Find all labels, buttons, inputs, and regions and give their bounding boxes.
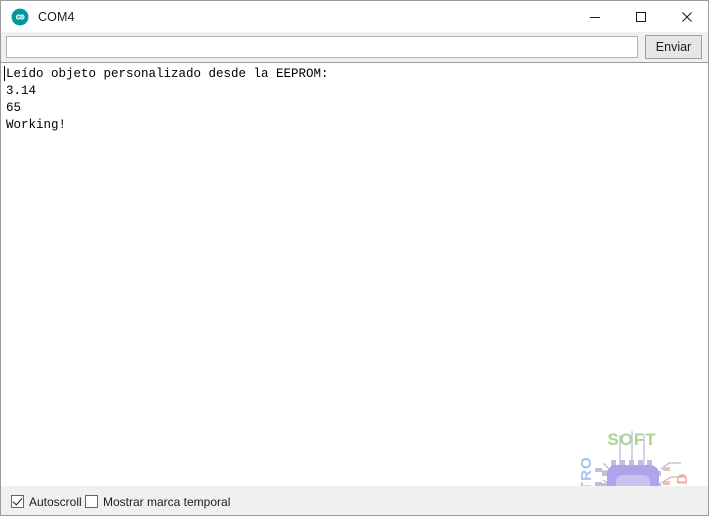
autoscroll-label: Autoscroll — [29, 494, 82, 509]
serial-output-text: Leído objeto personalizado desde la EEPR… — [6, 67, 329, 132]
bottom-toolbar: Autoscroll Mostrar marca temporal Nueva … — [1, 486, 708, 515]
minimize-icon[interactable] — [572, 1, 618, 32]
autoscroll-checkbox-box[interactable] — [11, 495, 24, 508]
autoscroll-checkbox[interactable]: Autoscroll — [11, 486, 82, 515]
timestamp-label: Mostrar marca temporal — [103, 494, 231, 509]
window-title: COM4 — [38, 9, 75, 24]
watermark-electro-text: ELECTRO — [578, 456, 595, 486]
close-icon[interactable] — [664, 1, 708, 32]
send-row: Enviar — [1, 32, 708, 62]
timestamp-checkbox[interactable]: Mostrar marca temporal — [85, 486, 231, 515]
electrosoftcloud-watermark: SOFT ELECTRO CLOUD — [578, 430, 691, 486]
watermark-cloud-text: CLOUD — [674, 473, 691, 486]
arduino-infinity-icon — [11, 8, 29, 26]
serial-monitor-window: COM4 Enviar Leído objeto personalizado d… — [0, 0, 709, 516]
title-bar: COM4 — [1, 1, 708, 32]
serial-output-area[interactable]: Leído objeto personalizado desde la EEPR… — [1, 62, 708, 486]
maximize-icon[interactable] — [618, 1, 664, 32]
text-caret — [4, 66, 5, 81]
timestamp-checkbox-box[interactable] — [85, 495, 98, 508]
watermark-soft-text: SOFT — [607, 430, 656, 449]
send-button[interactable]: Enviar — [645, 35, 702, 59]
serial-send-input[interactable] — [6, 36, 638, 58]
title-bar-left: COM4 — [11, 1, 75, 32]
